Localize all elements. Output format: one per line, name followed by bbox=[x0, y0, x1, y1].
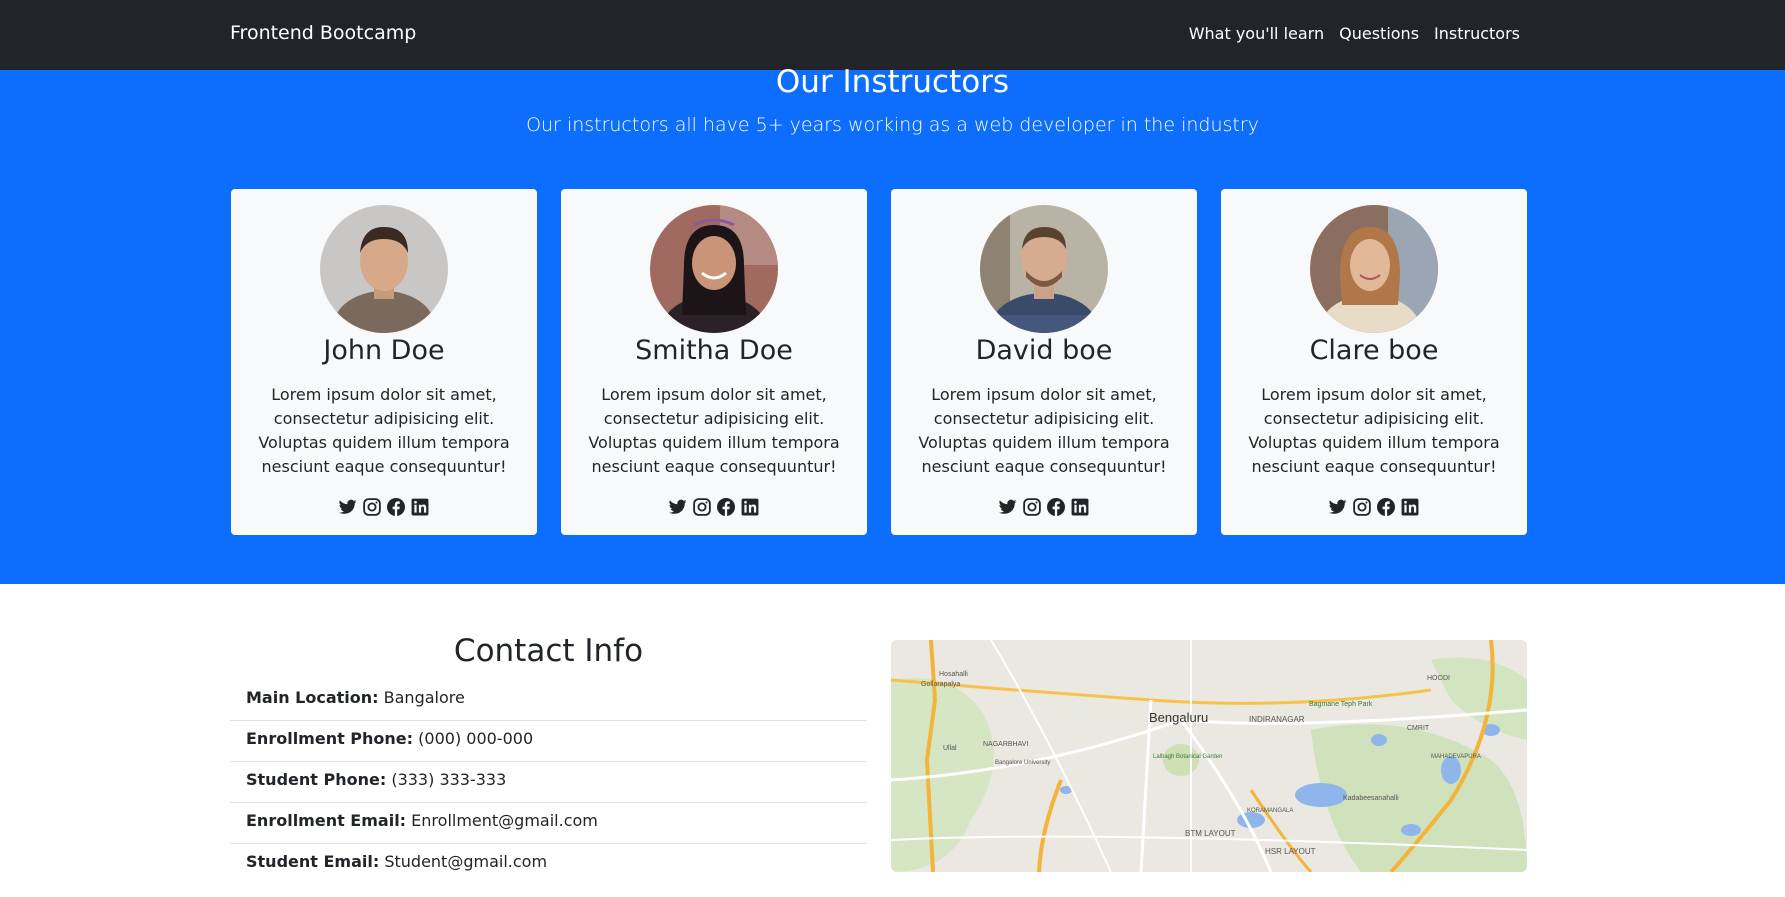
contact-label: Enrollment Phone: bbox=[246, 729, 414, 748]
contact-value: (000) 000-000 bbox=[418, 729, 534, 748]
instructor-name: Clare boe bbox=[1309, 335, 1439, 366]
instructor-card: John Doe Lorem ipsum dolor sit amet, con… bbox=[231, 189, 537, 535]
twitter-icon[interactable] bbox=[999, 498, 1017, 516]
contact-item: Enrollment Email: Enrollment@gmail.com bbox=[230, 803, 867, 844]
instagram-icon[interactable] bbox=[1023, 498, 1041, 516]
contact-label: Enrollment Email: bbox=[246, 811, 407, 830]
linkedin-icon[interactable] bbox=[741, 498, 759, 516]
map-place-label: Ullal bbox=[943, 745, 957, 752]
map-place-label: Bagmane Teph Park bbox=[1309, 701, 1373, 708]
map-place-label: CMRIT bbox=[1407, 725, 1430, 732]
map-place-label: KORAMANGALA bbox=[1247, 808, 1293, 814]
facebook-icon[interactable] bbox=[1377, 498, 1395, 516]
instructors-title: Our Instructors bbox=[775, 64, 1010, 100]
instructor-bio: Lorem ipsum dolor sit amet, consectetur … bbox=[918, 385, 1170, 476]
contact-list: Main Location: Bangalore Enrollment Phon… bbox=[230, 680, 867, 885]
contact-title: Contact Info bbox=[453, 633, 644, 669]
instructor-card: Smitha Doe Lorem ipsum dolor sit amet, c… bbox=[561, 189, 867, 535]
instagram-icon[interactable] bbox=[693, 498, 711, 516]
avatar bbox=[650, 205, 778, 333]
avatar bbox=[320, 205, 448, 333]
social-links bbox=[231, 498, 537, 516]
instructor-bio: Lorem ipsum dolor sit amet, consectetur … bbox=[588, 385, 840, 476]
map-place-label: Kadabeesanahalli bbox=[1343, 795, 1399, 802]
instructor-card: Clare boe Lorem ipsum dolor sit amet, co… bbox=[1221, 189, 1527, 535]
map-place-label: HSR LAYOUT bbox=[1265, 847, 1316, 856]
instructors-subtitle: Our instructors all have 5+ years workin… bbox=[526, 114, 1259, 136]
contact-value: (333) 333-333 bbox=[391, 770, 507, 789]
linkedin-icon[interactable] bbox=[1071, 498, 1089, 516]
nav-link-instructors[interactable]: Instructors bbox=[1434, 24, 1520, 43]
facebook-icon[interactable] bbox=[1047, 498, 1065, 516]
map-place-label: Hosahalli bbox=[939, 671, 968, 678]
instructor-name: David boe bbox=[975, 335, 1113, 366]
social-links bbox=[561, 498, 867, 516]
linkedin-icon[interactable] bbox=[411, 498, 429, 516]
contact-item: Enrollment Phone: (000) 000-000 bbox=[230, 721, 867, 762]
contact-value: Bangalore bbox=[383, 688, 465, 707]
instructor-name: John Doe bbox=[323, 335, 445, 366]
map-place-label: Bangalore University bbox=[995, 760, 1050, 766]
map-city-label: Bengaluru bbox=[1149, 710, 1208, 725]
map-place-label: Gollarapalya bbox=[921, 681, 960, 688]
instructor-name: Smitha Doe bbox=[635, 335, 793, 366]
location-map[interactable]: Bengaluru Hosahalli Gollarapalya Ullal N… bbox=[891, 640, 1527, 872]
social-links bbox=[891, 498, 1197, 516]
twitter-icon[interactable] bbox=[1329, 498, 1347, 516]
contact-item: Student Phone: (333) 333-333 bbox=[230, 762, 867, 803]
instructor-bio: Lorem ipsum dolor sit amet, consectetur … bbox=[1248, 385, 1500, 476]
linkedin-icon[interactable] bbox=[1401, 498, 1419, 516]
twitter-icon[interactable] bbox=[339, 498, 357, 516]
instructor-card: David boe Lorem ipsum dolor sit amet, co… bbox=[891, 189, 1197, 535]
avatar bbox=[980, 205, 1108, 333]
nav-link-learn[interactable]: What you'll learn bbox=[1189, 24, 1324, 43]
contact-item: Main Location: Bangalore bbox=[230, 680, 867, 721]
map-place-label: HOODI bbox=[1427, 675, 1450, 682]
instagram-icon[interactable] bbox=[363, 498, 381, 516]
contact-label: Main Location: bbox=[246, 688, 379, 707]
facebook-icon[interactable] bbox=[717, 498, 735, 516]
contact-label: Student Email: bbox=[246, 852, 380, 871]
contact-value: Enrollment@gmail.com bbox=[411, 811, 598, 830]
instagram-icon[interactable] bbox=[1353, 498, 1371, 516]
map-place-label: INDIRANAGAR bbox=[1249, 715, 1305, 724]
brand-link[interactable]: Frontend Bootcamp bbox=[230, 22, 416, 44]
contact-label: Student Phone: bbox=[246, 770, 387, 789]
map-place-label: BTM LAYOUT bbox=[1185, 829, 1236, 838]
navbar: Frontend Bootcamp What you'll learn Ques… bbox=[0, 0, 1785, 70]
map-place-label: MAHADEVAPURA bbox=[1431, 754, 1481, 760]
twitter-icon[interactable] bbox=[669, 498, 687, 516]
facebook-icon[interactable] bbox=[387, 498, 405, 516]
nav-link-questions[interactable]: Questions bbox=[1339, 24, 1419, 43]
nav-links: What you'll learn Questions Instructors bbox=[1189, 24, 1520, 43]
map-place-label: NAGARBHAVI bbox=[983, 741, 1028, 748]
contact-item: Student Email: Student@gmail.com bbox=[230, 844, 867, 885]
social-links bbox=[1221, 498, 1527, 516]
instructor-bio: Lorem ipsum dolor sit amet, consectetur … bbox=[258, 385, 510, 476]
contact-value: Student@gmail.com bbox=[384, 852, 548, 871]
map-place-label: Lalbagh Botanical Garden bbox=[1153, 754, 1222, 760]
avatar bbox=[1310, 205, 1438, 333]
